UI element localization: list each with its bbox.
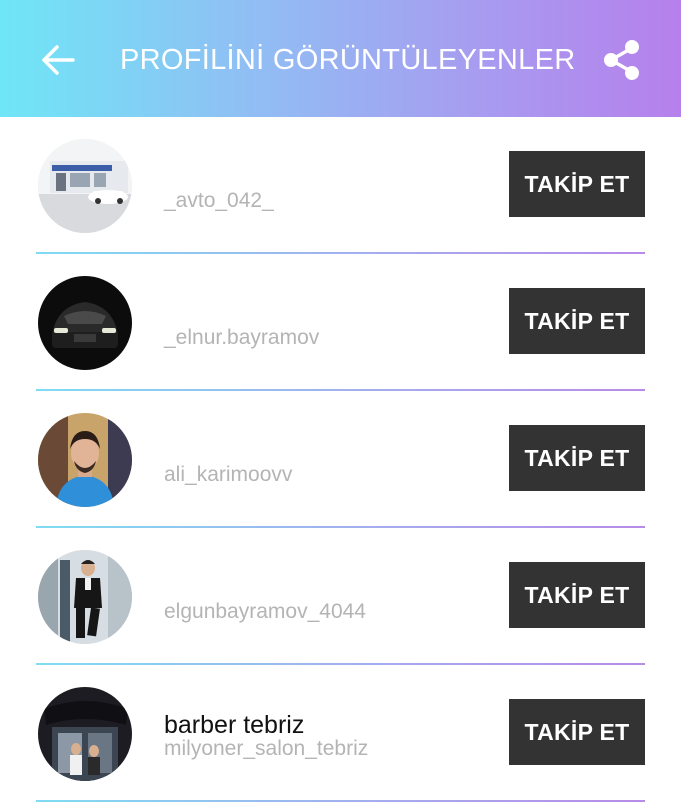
viewer-username: ali_karimoovv	[164, 463, 293, 486]
app-bar: PROFİLİNİ GÖRÜNTÜLEYENLER	[0, 0, 681, 117]
man-blue-shirt-photo	[38, 413, 132, 507]
list-item: _avto_042_ TAKİP ET	[0, 117, 681, 254]
list-item: _elnur.bayramov TAKİP ET	[0, 254, 681, 391]
man-suit-photo	[38, 550, 132, 644]
black-car-photo	[38, 276, 132, 370]
follow-button[interactable]: TAKİP ET	[509, 562, 645, 628]
viewer-name: barber tebriz	[164, 711, 305, 739]
viewer-username: _avto_042_	[164, 189, 274, 212]
avatar[interactable]	[38, 413, 132, 507]
avatar[interactable]	[38, 276, 132, 370]
follow-button[interactable]: TAKİP ET	[509, 425, 645, 491]
follow-button[interactable]: TAKİP ET	[509, 699, 645, 765]
follow-button[interactable]: TAKİP ET	[509, 288, 645, 354]
list-item: elgunbayramov_4044 TAKİP ET	[0, 528, 681, 665]
list-item: ali_karimoovv TAKİP ET	[0, 391, 681, 528]
salon-photo	[38, 687, 132, 781]
share-icon	[604, 40, 639, 80]
share-button[interactable]	[600, 38, 644, 82]
list-item: barber tebriz milyoner_salon_tebriz TAKİ…	[0, 665, 681, 802]
viewers-list: _avto_042_ TAKİP ET _elnur.bayramov TAKİ…	[0, 117, 681, 802]
arrow-left-icon	[42, 45, 75, 75]
back-button[interactable]	[36, 40, 80, 80]
avatar[interactable]	[38, 687, 132, 781]
avatar[interactable]	[38, 139, 132, 233]
viewer-username: _elnur.bayramov	[164, 326, 320, 349]
follow-button[interactable]: TAKİP ET	[509, 151, 645, 217]
viewer-username: elgunbayramov_4044	[164, 600, 366, 623]
avatar[interactable]	[38, 550, 132, 644]
page-title: PROFİLİNİ GÖRÜNTÜLEYENLER	[120, 43, 576, 76]
viewer-username: milyoner_salon_tebriz	[164, 737, 369, 760]
car-shop-photo	[38, 139, 132, 233]
